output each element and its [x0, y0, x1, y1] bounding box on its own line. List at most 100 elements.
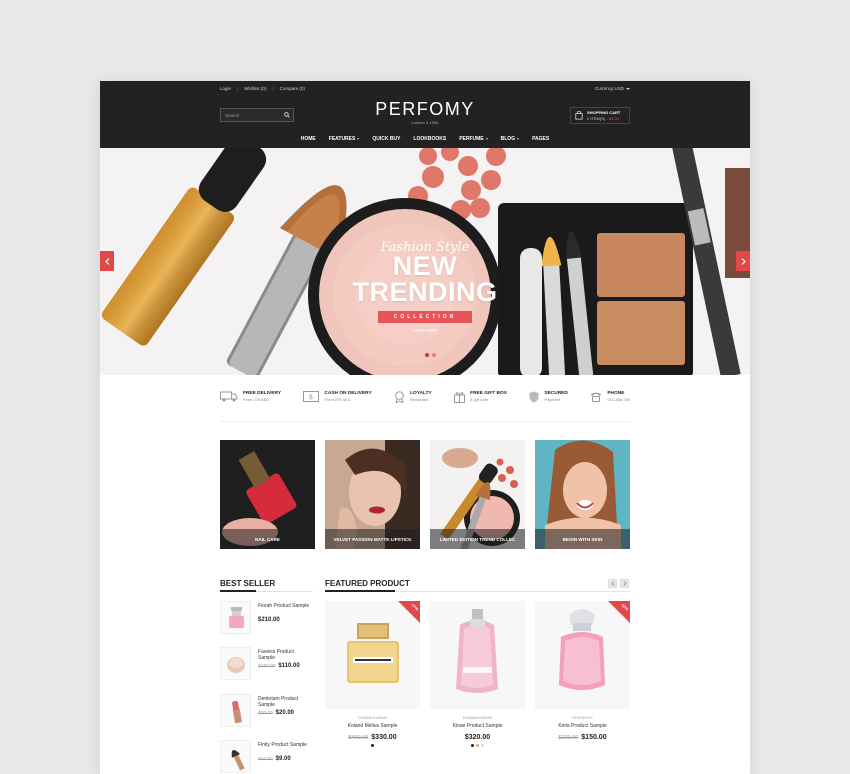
featured-next-button[interactable]	[620, 579, 629, 588]
nav-pages[interactable]: PAGES	[532, 136, 549, 142]
chevron-down-icon	[517, 138, 520, 140]
product-price: $150.00 $110.00	[258, 663, 300, 669]
product-name[interactable]: Fiorah Product Sample	[258, 603, 312, 609]
product-name[interactable]: Koland Melius Sample	[325, 723, 420, 729]
product-price: $210.00	[258, 617, 280, 623]
best-seller-item[interactable]: Finity Product Sample $10.00 $9.00	[220, 740, 315, 774]
product-name[interactable]: Faveiss Product Sample	[258, 649, 312, 661]
feature-title: LOYALTY	[410, 391, 432, 396]
hero-dot[interactable]	[425, 353, 429, 357]
nav-home[interactable]: HOME	[301, 136, 316, 142]
swatch[interactable]	[476, 744, 479, 747]
nav-blog[interactable]: BLOG	[500, 136, 520, 142]
separator: |	[237, 86, 239, 91]
color-swatches	[430, 744, 525, 747]
product-card[interactable]: DONNA KARAN Kinari Product Sample $320.0…	[430, 601, 525, 747]
product-name[interactable]: Dentotam Product Sample	[258, 696, 312, 708]
product-thumbnail[interactable]	[220, 601, 251, 634]
currency-selector[interactable]: Currency:USD	[595, 86, 630, 91]
hero-dot[interactable]	[432, 353, 436, 357]
chevron-right-icon	[623, 581, 627, 586]
hero-pagination	[425, 353, 436, 357]
best-seller-item[interactable]: Fiorah Product Sample $210.00	[220, 601, 315, 641]
best-seller-item[interactable]: Faveiss Product Sample $150.00 $110.00	[220, 647, 315, 687]
product-image[interactable]: -32%	[535, 601, 630, 709]
phone-icon	[591, 392, 602, 402]
cart-amount: $0.00	[608, 116, 619, 121]
price-old: $220.00	[558, 735, 579, 741]
feature-title: SECURED	[544, 391, 568, 396]
cash-icon: $	[303, 391, 320, 402]
swatch[interactable]	[371, 744, 374, 747]
product-price: $400.00 $330.00	[325, 734, 420, 741]
feature-title: FREE GIFT BOX	[470, 391, 507, 396]
category-tile-nail-care[interactable]: NAIL CARE	[220, 440, 315, 549]
shopping-cart[interactable]: SHOPPING CART 0 ITEM(S) - $0.00	[570, 107, 630, 124]
product-price: $320.00	[430, 734, 525, 741]
product-name[interactable]: Kinta Product Sample	[535, 723, 630, 729]
product-brand: DONNA KARAN	[357, 715, 388, 720]
cart-title: SHOPPING CART	[587, 110, 621, 115]
nav-label: QUICK BUY	[372, 136, 401, 142]
site-header: Login | Wishlist (0) | Compare (0) Curre…	[100, 81, 750, 148]
product-price: $30.00 $20.00	[258, 710, 294, 716]
compare-link[interactable]: Compare (0)	[280, 86, 305, 91]
currency-label: Currency:USD	[594, 86, 624, 91]
price-current: $210.00	[258, 617, 280, 623]
feature-title: FREE DELIVERY	[243, 391, 281, 396]
product-thumbnail[interactable]	[220, 694, 251, 727]
category-label: NAIL CARE	[220, 529, 315, 549]
nav-lookbooks[interactable]: LOOKBOOKS	[413, 136, 446, 142]
nav-features[interactable]: FEATURES	[329, 136, 360, 142]
price-old: $400.00	[348, 735, 369, 741]
product-price: $10.00 $9.00	[258, 756, 291, 762]
nav-quick-buy[interactable]: QUICK BUY	[372, 136, 400, 142]
nav-label: BLOG	[500, 136, 516, 142]
product-name[interactable]: Finity Product Sample	[258, 742, 312, 748]
main-nav: HOME FEATURES QUICK BUY LOOKBOOKS PERFUM…	[100, 136, 750, 142]
product-card[interactable]: -17% DONNA KARAN Koland Melius Sample $4…	[325, 601, 420, 747]
hero-headline-2: TRENDING	[352, 277, 498, 307]
chevron-left-icon	[104, 257, 109, 265]
product-card[interactable]: -32% GIVENCHY Kinta Product Sample $220.…	[535, 601, 630, 741]
product-name[interactable]: Kinari Product Sample	[430, 723, 525, 729]
login-link[interactable]: Login	[220, 86, 231, 91]
best-seller-item[interactable]: Dentotam Product Sample $30.00 $20.00	[220, 694, 315, 734]
top-links: Login | Wishlist (0) | Compare (0)	[220, 86, 305, 91]
chevron-right-icon	[741, 257, 746, 265]
swatch[interactable]	[471, 744, 474, 747]
bag-icon	[575, 111, 583, 120]
chevron-down-icon	[357, 138, 360, 140]
category-label: VELVET PASSION MATTE LIPSTICK	[325, 529, 420, 549]
feature-sub: Rewarded	[410, 397, 429, 402]
category-tile-trend-collection[interactable]: LIMITED EDITION TREND COLLEC	[430, 440, 525, 549]
category-tile-lipstick[interactable]: VELVET PASSION MATTE LIPSTICK	[325, 440, 420, 549]
category-tile-skin[interactable]: BEGIN WITH SKIN	[535, 440, 630, 549]
category-label: BEGIN WITH SKIN	[535, 529, 630, 549]
divider	[220, 421, 630, 422]
truck-icon	[220, 391, 238, 402]
featured-prev-button[interactable]	[608, 579, 617, 588]
svg-text:$: $	[309, 393, 313, 401]
hero-prev-button[interactable]	[100, 251, 114, 271]
product-image[interactable]: -17%	[325, 601, 420, 709]
product-thumbnail[interactable]	[220, 740, 251, 773]
nav-perfume[interactable]: PERFUME	[459, 136, 488, 142]
product-brand: DONNA KARAN	[462, 715, 493, 720]
hero-next-button[interactable]	[736, 251, 750, 271]
nav-label: LOOKBOOKS	[413, 136, 447, 142]
price-current: $320.00	[464, 734, 491, 741]
product-thumbnail[interactable]	[220, 647, 251, 680]
award-icon	[395, 391, 404, 403]
swatch[interactable]	[481, 744, 484, 747]
price-old: $10.00	[258, 757, 273, 762]
wishlist-link[interactable]: Wishlist (0)	[244, 86, 266, 91]
hero-collection-band: COLLECTION	[377, 311, 473, 323]
chevron-down-icon	[626, 87, 630, 90]
product-image[interactable]	[430, 601, 525, 709]
product-price: $220.00 $150.00	[535, 734, 630, 741]
hero-shop-now-link[interactable]: SHOP NOW	[335, 328, 515, 333]
feature-loyalty: LOYALTY Rewarded	[394, 391, 432, 411]
nav-label: PERFUME	[459, 136, 484, 142]
site-logo[interactable]: PERFOMY London & 1994	[100, 99, 750, 125]
